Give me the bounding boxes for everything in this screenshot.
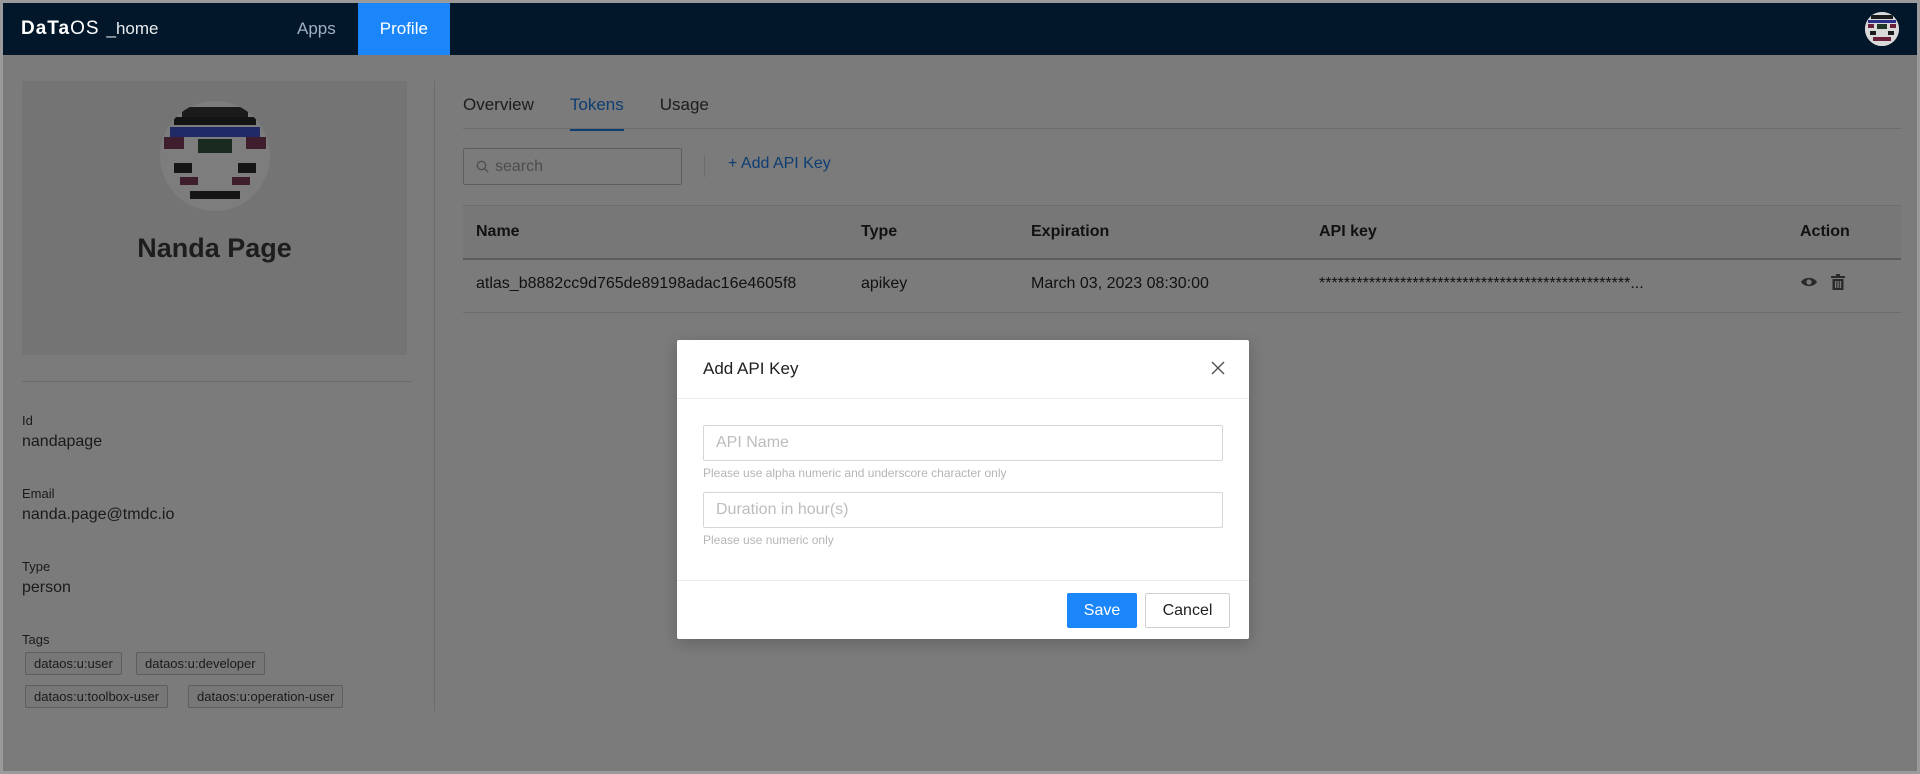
divider	[434, 81, 435, 711]
type-value: person	[22, 579, 71, 596]
tag-chip: dataos:u:user	[25, 652, 122, 675]
column-header-api-key[interactable]: API key	[1319, 223, 1377, 241]
close-icon	[1211, 361, 1225, 375]
dialog-body: Please use alpha numeric and underscore …	[677, 399, 1249, 581]
id-label: Id	[22, 413, 33, 428]
add-api-key-dialog: Add API Key Please use alpha numeric and…	[677, 340, 1249, 639]
profile-card: Nanda Page	[22, 81, 407, 355]
token-api-key-cell: ****************************************…	[1319, 275, 1644, 292]
brand-home-label: _home	[106, 19, 159, 38]
tab-overview[interactable]: Overview	[463, 95, 534, 131]
divider	[22, 381, 412, 382]
delete-token-button[interactable]	[1831, 274, 1845, 295]
divider	[704, 155, 705, 177]
search-placeholder: search	[495, 157, 544, 175]
tag-chip: dataos:u:toolbox-user	[25, 685, 169, 708]
token-expiration-cell: March 03, 2023 08:30:00	[1031, 275, 1209, 292]
search-icon	[476, 160, 489, 173]
divider	[463, 128, 1901, 129]
api-name-hint: Please use alpha numeric and underscore …	[703, 466, 1007, 480]
column-header-expiration[interactable]: Expiration	[1031, 223, 1109, 241]
tag-chip: dataos:u:operation-user	[188, 685, 344, 708]
table-header: Name Type Expiration API key Action	[463, 205, 1901, 260]
brand-name-bold: DaTa	[21, 18, 71, 39]
tab-tokens[interactable]: Tokens	[569, 95, 624, 131]
tags-label: Tags	[22, 632, 50, 647]
dialog-title: Add API Key	[703, 359, 799, 378]
save-button[interactable]: Save	[1067, 593, 1137, 628]
profile-avatar	[160, 101, 270, 211]
duration-input[interactable]	[703, 492, 1223, 528]
view-token-button[interactable]	[1800, 275, 1818, 294]
token-type-cell: apikey	[861, 275, 908, 292]
column-header-type[interactable]: Type	[861, 223, 897, 241]
email-label: Email	[22, 486, 55, 501]
tab-usage[interactable]: Usage	[660, 95, 709, 131]
column-header-action: Action	[1800, 223, 1850, 240]
dialog-footer: Save Cancel	[677, 581, 1249, 638]
api-name-input[interactable]	[703, 425, 1223, 461]
cancel-button[interactable]: Cancel	[1145, 593, 1230, 628]
search-input[interactable]: search	[463, 148, 682, 185]
brand-logo[interactable]: DaTa OS _home	[3, 3, 275, 55]
profile-tabs: Overview Tokens Usage	[463, 95, 745, 131]
tag-chip: dataos:u:developer	[136, 652, 265, 675]
brand-name-light: OS	[70, 18, 100, 39]
profile-name: Nanda Page	[137, 233, 292, 263]
nav-link-profile[interactable]: Profile	[357, 3, 450, 55]
top-navbar: DaTa OS _home Apps Profile	[3, 3, 1917, 55]
trash-icon	[1831, 274, 1845, 290]
divider	[463, 312, 1901, 313]
close-button[interactable]	[1207, 357, 1229, 379]
token-name-cell: atlas_b8882cc9d765de89198adac16e4605f8	[476, 275, 797, 292]
column-header-name[interactable]: Name	[476, 223, 520, 241]
type-label: Type	[22, 559, 51, 574]
dialog-header: Add API Key	[677, 340, 1249, 399]
email-value: nanda.page@tmdc.io	[22, 506, 175, 523]
user-avatar-icon[interactable]	[1865, 12, 1899, 46]
nav-link-apps[interactable]: Apps	[275, 3, 358, 55]
id-value: nandapage	[22, 433, 103, 450]
add-api-key-button[interactable]: + Add API Key	[728, 155, 831, 173]
eye-icon	[1801, 277, 1817, 287]
duration-hint: Please use numeric only	[703, 533, 834, 547]
